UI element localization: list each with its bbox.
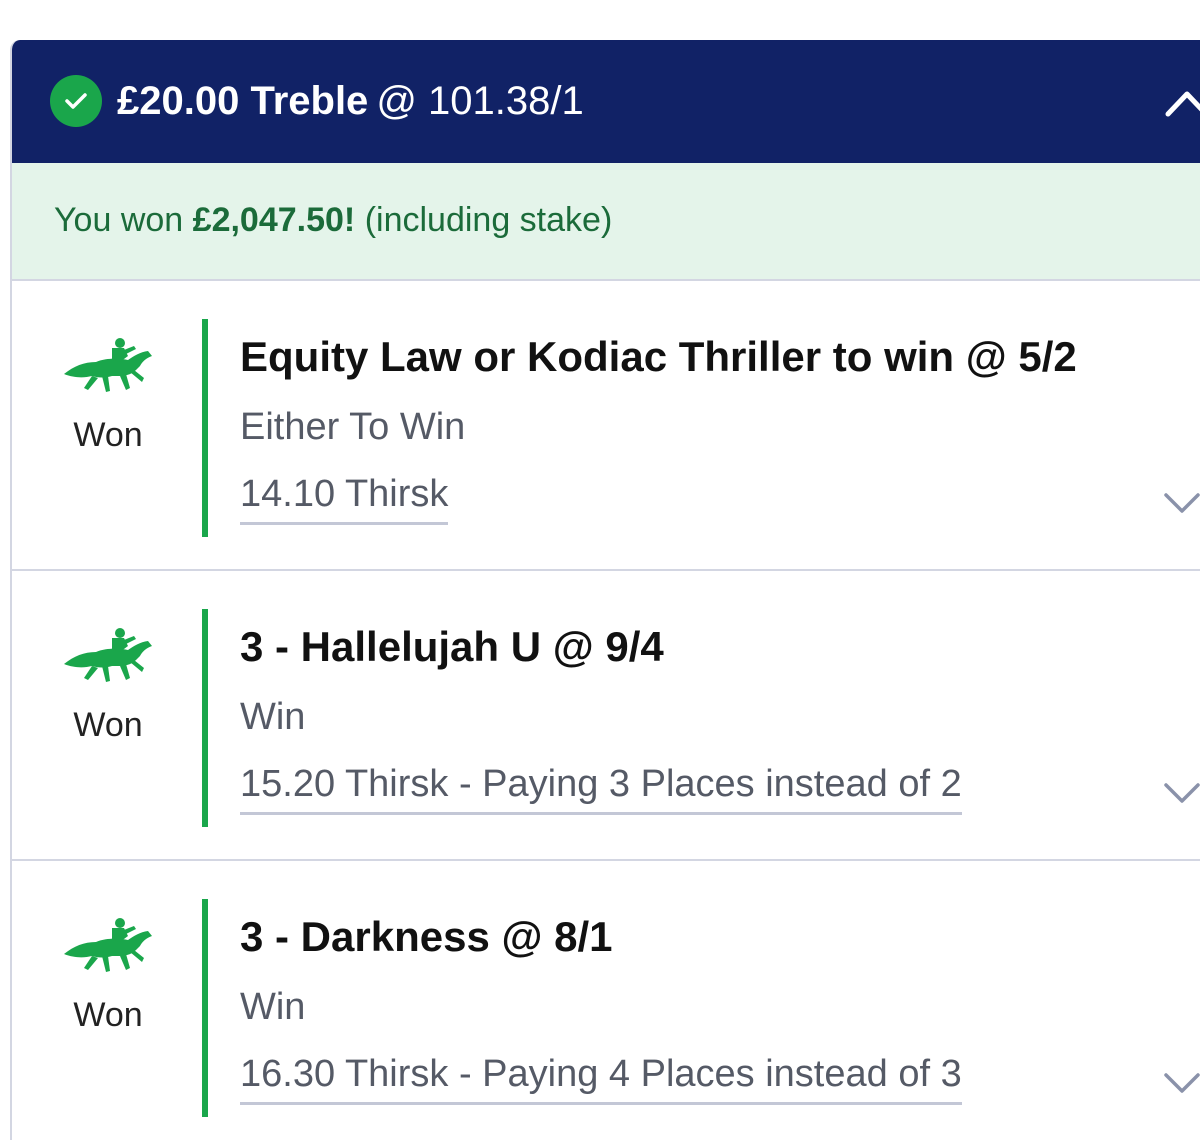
- chevron-up-icon[interactable]: [1162, 84, 1200, 124]
- selection-event-link[interactable]: 16.30 Thirsk - Paying 4 Places instead o…: [240, 1053, 962, 1105]
- selection-title: 3 - Darkness @ 8/1: [240, 913, 613, 960]
- horse-racing-icon: [62, 916, 154, 976]
- chevron-down-icon[interactable]: [1162, 1069, 1200, 1097]
- check-circle-icon: [50, 75, 102, 127]
- win-message: You won £2,047.50! (including stake): [54, 201, 612, 240]
- selection-event-link[interactable]: 14.10 Thirsk: [240, 473, 449, 525]
- chevron-down-icon[interactable]: [1162, 779, 1200, 807]
- selection-status: Won: [73, 996, 143, 1034]
- win-prefix: You won: [54, 201, 184, 239]
- selection-title: 3 - Hallelujah U @ 9/4: [240, 623, 664, 670]
- bet-title: £20.00 Treble @ 101.38/1: [117, 75, 584, 127]
- win-suffix: (including stake): [364, 201, 613, 239]
- bet-type: Treble: [250, 79, 369, 123]
- selection-row[interactable]: Won Equity Law or Kodiac Thriller to win…: [12, 281, 1200, 571]
- horse-racing-icon: [62, 336, 154, 396]
- bet-card: £20.00 Treble @ 101.38/1 You won £2,047.5…: [10, 40, 1200, 1140]
- status-bar: [202, 319, 208, 537]
- selection-row[interactable]: Won 3 - Darkness @ 8/1 Win 16.30 Thirsk …: [12, 861, 1200, 1140]
- selection-market: Either To Win: [240, 406, 466, 448]
- selection-event-link[interactable]: 15.20 Thirsk - Paying 3 Places instead o…: [240, 763, 962, 815]
- bet-stake: £20.00: [117, 79, 240, 123]
- status-bar: [202, 609, 208, 827]
- selection-status: Won: [73, 706, 143, 744]
- chevron-down-icon[interactable]: [1162, 489, 1200, 517]
- bet-header[interactable]: £20.00 Treble @ 101.38/1: [12, 40, 1200, 163]
- selection-title: Equity Law or Kodiac Thriller to win @ 5…: [240, 333, 1077, 380]
- bet-odds: @ 101.38/1: [376, 79, 584, 123]
- win-amount: £2,047.50!: [192, 201, 356, 239]
- status-bar: [202, 899, 208, 1117]
- win-banner: You won £2,047.50! (including stake): [12, 163, 1200, 281]
- horse-racing-icon: [62, 626, 154, 686]
- selection-market: Win: [240, 986, 306, 1028]
- selection-market: Win: [240, 696, 306, 738]
- selection-row[interactable]: Won 3 - Hallelujah U @ 9/4 Win 15.20 Thi…: [12, 571, 1200, 861]
- selection-status: Won: [73, 416, 143, 454]
